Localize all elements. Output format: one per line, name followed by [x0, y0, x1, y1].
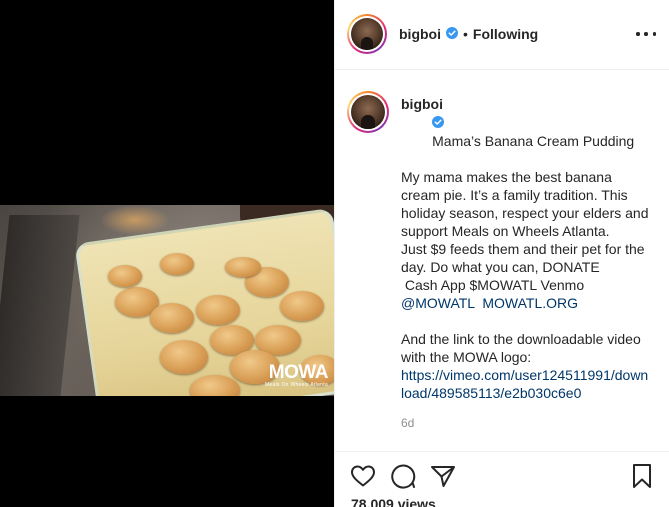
post-header: bigboi • Following	[335, 0, 669, 70]
header-user-row: bigboi • Following	[399, 26, 538, 42]
post-timestamp[interactable]: 6d	[401, 416, 414, 430]
more-options-icon[interactable]	[636, 26, 656, 42]
post-details-panel: bigboi • Following bigboi Mama’s Banana …	[334, 0, 669, 507]
avatar-photo	[351, 18, 383, 50]
paper-plane-icon[interactable]	[429, 462, 457, 490]
verified-badge-icon	[446, 26, 458, 42]
view-count[interactable]: 78,009 views	[351, 496, 436, 507]
caption-title: Mama’s Banana Cream Pudding	[432, 133, 635, 150]
video-frame[interactable]: MOWA Meals On Wheels Atlanta	[0, 205, 334, 396]
caption-username[interactable]: bigboi	[401, 96, 443, 112]
comments-section: bigboi Mama’s Banana Cream Pudding My ma…	[335, 71, 669, 451]
caption-avatar[interactable]	[347, 91, 389, 133]
post-caption: bigboi Mama’s Banana Cream Pudding My ma…	[401, 95, 651, 402]
caption-body: My mama makes the best banana cream pie.…	[401, 169, 649, 294]
wafer-cookie	[160, 253, 194, 275]
watermark-logo: MOWA	[268, 362, 329, 383]
follow-separator: •	[463, 26, 468, 42]
bookmark-icon[interactable]	[628, 462, 656, 490]
wafer-crumbs	[100, 205, 170, 235]
video-watermark: MOWA Meals On Wheels Atlanta	[264, 362, 329, 388]
watermark-subtitle: Meals On Wheels Atlanta	[264, 382, 328, 388]
caption-body-2: And the link to the downloadable video w…	[401, 331, 645, 366]
header-username[interactable]: bigboi	[399, 26, 441, 42]
caption-link-site[interactable]: MOWATL.ORG	[482, 295, 578, 311]
wafer-cookie	[160, 340, 208, 374]
avatar[interactable]	[347, 14, 387, 54]
heart-icon[interactable]	[349, 462, 377, 490]
post-actions-bar: 78,009 views	[335, 451, 669, 507]
avatar-border	[349, 93, 387, 131]
wafer-cookie	[150, 303, 194, 333]
comment-bubble-icon[interactable]	[389, 462, 417, 490]
caption-link-url[interactable]: https://vimeo.com/user124511991/download…	[401, 367, 648, 401]
caption-link-handle[interactable]: @MOWATL	[401, 295, 475, 311]
wafer-cookie	[280, 291, 324, 321]
avatar-photo	[351, 95, 385, 129]
avatar-border	[349, 16, 385, 52]
post-media[interactable]: MOWA Meals On Wheels Atlanta	[0, 0, 334, 507]
wafer-cookie	[196, 295, 240, 325]
wafer-cookie	[108, 265, 142, 287]
wafer-cookie	[225, 257, 261, 277]
verified-badge-icon	[432, 114, 445, 132]
following-button[interactable]: Following	[473, 26, 538, 42]
